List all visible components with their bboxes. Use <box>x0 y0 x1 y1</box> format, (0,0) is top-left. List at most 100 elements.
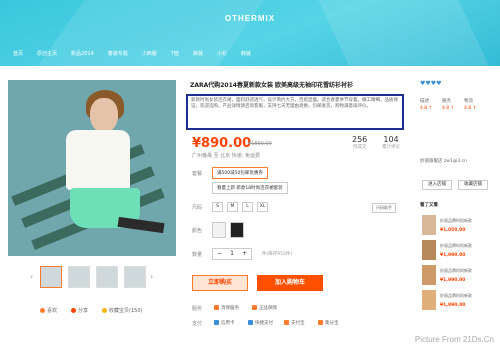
favorite-shop-button[interactable]: 收藏店铺 <box>458 180 488 190</box>
thumbnail[interactable] <box>124 266 146 288</box>
thumbnail[interactable] <box>68 266 90 288</box>
buy-now-button[interactable]: 立即购买 <box>192 275 248 291</box>
review-stat[interactable]: 104 累计评论 <box>382 135 400 150</box>
payment-label: 支付 <box>192 321 203 327</box>
share-button[interactable]: 分享 <box>71 307 88 314</box>
service-text: 消保服务 <box>221 306 239 311</box>
nav-item[interactable]: T恤 <box>164 50 186 57</box>
favorite-label: 收藏宝贝(150) <box>109 308 143 314</box>
header-decoration <box>304 0 496 66</box>
thumbnail[interactable] <box>96 266 118 288</box>
version-label: 套餐 <box>192 171 203 177</box>
main-nav: 首页 原创主页 新品2014 春装专题 小西服 T恤 裤装 小衫 韩装 <box>6 50 258 57</box>
watermark: Picture From 21Ds.Cn <box>414 335 494 344</box>
size-chart-link[interactable]: 尺码助手 <box>372 203 396 213</box>
recommend-price: ¥1,990.00 <box>440 253 466 258</box>
share-row: 喜欢 分享 收藏宝贝(150) <box>40 307 142 314</box>
recommend-thumb[interactable] <box>422 240 436 260</box>
share-icon <box>71 308 77 313</box>
payment-item: 快捷支付 <box>248 320 273 326</box>
share-label: 分享 <box>78 308 89 314</box>
recommend-name[interactable]: 妙丽品牌时尚新款 <box>440 268 472 274</box>
sold-label: 月成交 <box>352 145 367 150</box>
points-icon <box>318 320 323 325</box>
rating-value: 4.8 ↑ <box>442 106 455 111</box>
rating-label: 描述 <box>420 99 429 104</box>
sold-count: 256 <box>352 135 368 144</box>
shop-level-icon: ♥♥♥♥ <box>420 80 442 87</box>
payment-item: 支付宝 <box>284 320 305 326</box>
thumb-prev-icon[interactable]: ‹ <box>30 272 33 281</box>
alipay-icon <box>284 320 289 325</box>
size-option[interactable]: M <box>227 202 238 212</box>
product-price: ¥890.00 <box>192 136 252 151</box>
color-swatch[interactable] <box>212 222 226 238</box>
product-title: ZARA代购2014春夏新款女装 欧美高级无袖印花雪纺衫衬衫 <box>190 82 354 89</box>
model-shirt <box>66 130 130 190</box>
shipping-info: 广州番禺 至 北京 快递: 免运费 <box>192 153 261 159</box>
like-label: 喜欢 <box>47 308 58 314</box>
header-banner: OTHERMIX 首页 原创主页 新品2014 春装专题 小西服 T恤 裤装 小… <box>0 0 500 66</box>
sold-stat: 256 月成交 <box>352 135 367 150</box>
payment-text: 信用卡 <box>221 321 235 326</box>
thumbnail-strip <box>40 266 146 288</box>
nav-item[interactable]: 新品2014 <box>64 50 101 57</box>
qty-minus-button[interactable]: − <box>213 249 226 259</box>
original-price: ¥1890.00 <box>248 141 272 147</box>
card-icon <box>214 320 219 325</box>
qty-value[interactable]: 1 <box>226 249 239 259</box>
recommend-thumb[interactable] <box>422 265 436 285</box>
thumb-next-icon[interactable]: › <box>150 272 153 281</box>
model-legs <box>117 216 165 234</box>
shield-icon <box>252 305 257 310</box>
recommend-price: ¥1,050.00 <box>440 228 466 233</box>
color-swatch[interactable] <box>230 222 244 238</box>
favorite-button[interactable]: 收藏宝贝(150) <box>102 307 142 314</box>
enter-shop-button[interactable]: 进入店铺 <box>422 180 452 190</box>
rating-value: 4.8 ↑ <box>420 106 433 111</box>
product-description-box: 新款时尚女装连衣裙，面料舒适透气，设计简约大方，百搭显瘦。适合春夏季节穿着，做工… <box>186 94 404 130</box>
service-item[interactable]: 消保服务 <box>214 305 239 311</box>
thumbnail[interactable] <box>40 266 62 288</box>
service-label: 服务 <box>192 306 203 312</box>
recommend-thumb[interactable] <box>422 290 436 310</box>
size-option[interactable]: XL <box>257 202 268 212</box>
recommend-name[interactable]: 妙丽品牌时尚新款 <box>440 293 472 299</box>
service-item[interactable]: 正品保障 <box>252 305 277 311</box>
review-label: 累计评论 <box>382 145 400 150</box>
nav-item[interactable]: 春装专题 <box>101 50 135 57</box>
nav-item[interactable]: 裤装 <box>186 50 210 57</box>
stock-info: 件(库存955件) <box>262 252 293 257</box>
nav-item[interactable]: 韩装 <box>234 50 258 57</box>
payment-text: 快捷支付 <box>255 321 273 326</box>
card-icon <box>248 320 253 325</box>
quantity-stepper[interactable]: − 1 + <box>212 248 252 260</box>
size-option[interactable]: L <box>242 202 253 212</box>
model-head <box>90 98 118 132</box>
recommend-price: ¥1,990.00 <box>440 303 466 308</box>
payment-item: 信用卡 <box>214 320 235 326</box>
version-option[interactable]: 满500减50包邮优惠券 <box>212 167 268 179</box>
product-main-image[interactable] <box>8 80 176 256</box>
add-to-cart-button[interactable]: 加入购物车 <box>257 275 323 291</box>
nav-item[interactable]: 小衫 <box>210 50 234 57</box>
service-text: 正品保障 <box>259 306 277 311</box>
star-icon <box>102 308 108 313</box>
payment-item: 集分宝 <box>318 320 339 326</box>
shop-name[interactable]: 妙丽旗舰店 zw1@3.cn <box>420 158 467 164</box>
nav-item[interactable]: 原创主页 <box>30 50 64 57</box>
product-description: 新款时尚女装连衣裙，面料舒适透气，设计简约大方，百搭显瘦。适合春夏季节穿着，做工… <box>191 98 398 109</box>
payment-text: 支付宝 <box>291 321 305 326</box>
recommend-name[interactable]: 妙丽品牌时尚新款 <box>440 218 472 224</box>
nav-item[interactable]: 小西服 <box>135 50 164 57</box>
heart-icon <box>40 308 45 313</box>
recommend-name[interactable]: 妙丽品牌时尚新款 <box>440 243 472 249</box>
qty-plus-button[interactable]: + <box>238 249 251 259</box>
shop-brand-title[interactable]: OTHERMIX <box>0 14 500 23</box>
recommend-thumb[interactable] <box>422 215 436 235</box>
size-option[interactable]: S <box>212 202 223 212</box>
shield-icon <box>214 305 219 310</box>
like-button[interactable]: 喜欢 <box>40 307 57 314</box>
version-option[interactable]: 春夏上新 新款18时尚连衣裙套装 <box>212 182 288 194</box>
nav-item[interactable]: 首页 <box>6 50 30 57</box>
